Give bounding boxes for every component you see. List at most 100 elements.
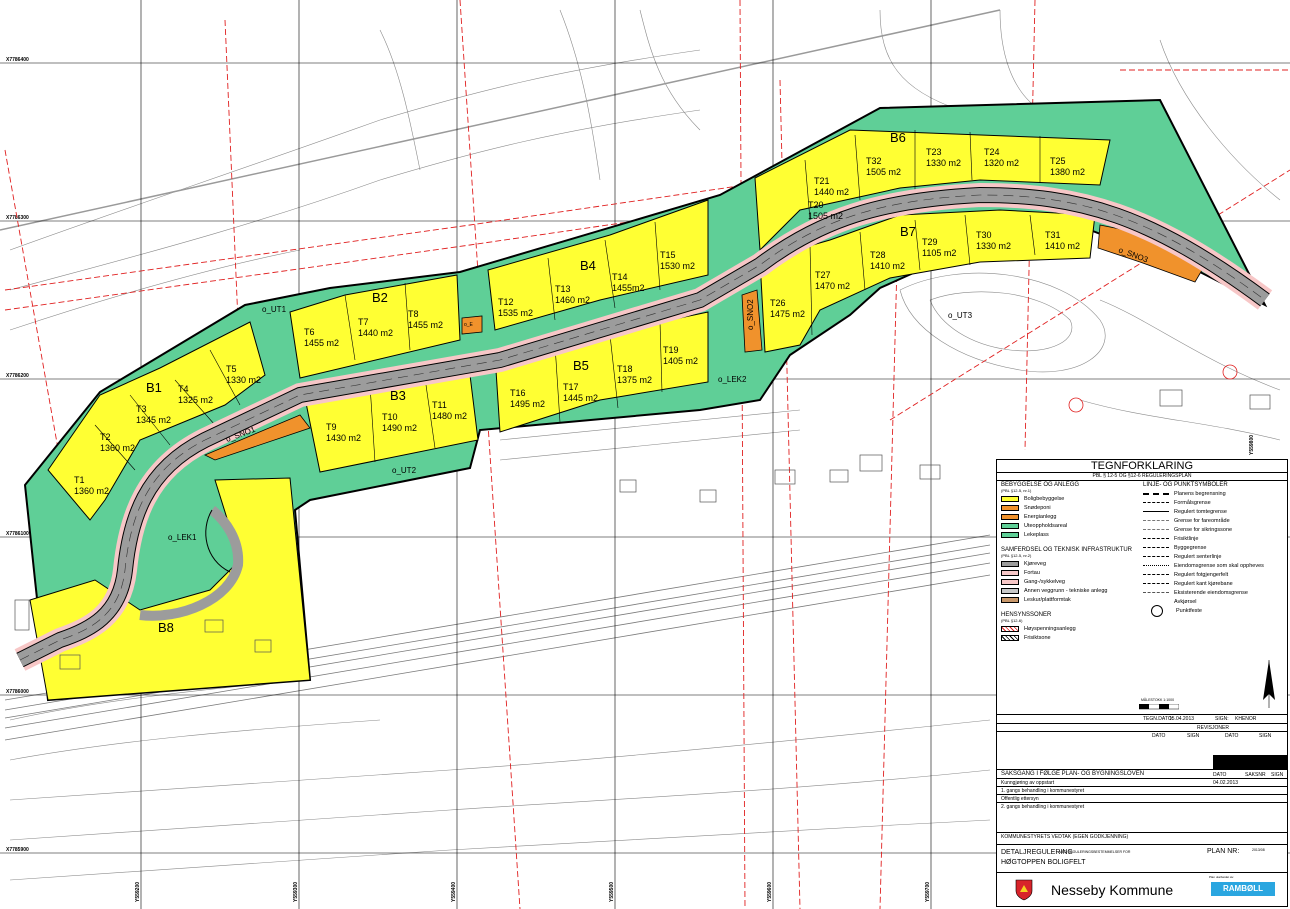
legend-line-entry: Regulert kant kjørebane <box>1143 579 1285 588</box>
revisions-columns: DATO SIGN DATO SIGN <box>997 731 1287 740</box>
plot-area: 1445 m2 <box>563 393 598 403</box>
legend-line-entry: Eksisterende eiendomsgrense <box>1143 588 1285 597</box>
sign-label: SIGN: <box>1215 716 1229 722</box>
plot-area: 1330 m2 <box>926 158 961 168</box>
block-label: B1 <box>146 380 162 395</box>
plot-area: 1380 m2 <box>1050 167 1085 177</box>
coat-of-arms-icon <box>1015 879 1033 901</box>
zone-label-e: o_E <box>464 322 474 328</box>
plot-number: T23 <box>926 147 942 157</box>
coord-x-5: X7786000 <box>6 689 29 695</box>
plot-number: T9 <box>326 422 337 432</box>
legend-line-symbol <box>1143 583 1169 584</box>
revision-col: DATO <box>1225 733 1239 739</box>
legend-entry: Lekeplass <box>1001 530 1141 539</box>
date-value: 15.04.2013 <box>1169 716 1195 722</box>
plan-type-sub: MED REGULERINGSBESTEMMELSER FOR <box>1059 850 1131 854</box>
plot-number: T16 <box>510 388 526 398</box>
north-arrow-icon <box>1263 660 1275 708</box>
revision-col: SIGN <box>1187 733 1200 739</box>
block-label: B6 <box>890 130 906 145</box>
legend-line-label: Regulert tomtegrense <box>1174 508 1227 515</box>
legend-line-entry: Planens begrensning <box>1143 489 1285 498</box>
zone-label-ut3: o_UT3 <box>948 311 973 320</box>
plot-number: T21 <box>814 176 830 186</box>
municipality-row: Nesseby Kommune Plan utarbeidet av: RAMB… <box>997 872 1287 906</box>
plot-area: 1440 m2 <box>358 328 393 338</box>
plot-area: 1455 m2 <box>304 338 339 348</box>
coord-x-2: X7786300 <box>6 215 29 221</box>
plan-name: HØGTOPPEN BOLIGFELT <box>1001 859 1086 866</box>
legend-label: Lekeplass <box>1024 531 1049 538</box>
legend-line-symbol <box>1143 529 1169 530</box>
coord-y-1: Y559200 <box>135 882 141 902</box>
legend-entry: Kjøreveg <box>1001 559 1141 568</box>
legend-swatch <box>1001 569 1019 576</box>
scale-bar-icon <box>1139 704 1179 710</box>
plot-area: 1105 m2 <box>922 248 956 258</box>
scale-label: MÅLESTOKK 1:1000 <box>1141 698 1175 702</box>
zone-label-lek2: o_LEK2 <box>718 375 747 384</box>
plot-number: T28 <box>870 250 886 260</box>
legend-label: Uteoppholdsareal <box>1024 522 1068 529</box>
legend-line-symbol <box>1143 492 1169 495</box>
block-label: B2 <box>372 290 388 305</box>
legend-entry: Frisiktsone <box>1001 633 1141 642</box>
legend-section-heading: HENSYNSSONER (PBL §12-6) <box>1001 612 1052 623</box>
legend-label: Fortau <box>1024 569 1040 576</box>
plot-area: 1490 m2 <box>382 423 417 433</box>
legend-swatch <box>1001 634 1019 641</box>
plot-area: 1460 m2 <box>555 295 590 305</box>
legend-line-label: Grense for sikringssone <box>1174 526 1233 533</box>
legend-swatch <box>1001 578 1019 585</box>
legend-line-label: Regulert senterlinje <box>1174 553 1222 560</box>
legend-entry: Gang-/sykkelveg <box>1001 577 1141 586</box>
legend-line-entry: Avkjørsel <box>1143 597 1285 606</box>
plot-number: T7 <box>358 317 369 327</box>
redacted-block <box>1213 755 1287 769</box>
coord-y-5: Y559600 <box>767 882 773 902</box>
plot-number: T8 <box>408 309 419 319</box>
zone-label-sno2: o_SNO2 <box>746 299 755 330</box>
coord-x-3: X7786200 <box>6 373 29 379</box>
legend-line-label: Eksisterende eiendomsgrense <box>1174 589 1248 596</box>
revision-col: SIGN <box>1259 733 1272 739</box>
plot-area: 1430 m2 <box>326 433 361 443</box>
coord-y-7: Y559800 <box>1249 435 1255 455</box>
plot-number: T32 <box>866 156 882 166</box>
consultant-logo: RAMBØLL <box>1211 882 1275 896</box>
plot-number: T30 <box>976 230 992 240</box>
legend-line-entry: Frisiktlinje <box>1143 534 1285 543</box>
plot-number: T13 <box>555 284 571 294</box>
legend-section-heading: LINJE- OG PUNKTSYMBOLER <box>1143 482 1228 488</box>
legend-line-symbol <box>1143 502 1169 503</box>
plan-nr: 2013/08 <box>1252 848 1265 852</box>
plan-name-row: DETALJREGULERING MED REGULERINGSBESTEMME… <box>997 844 1287 875</box>
block-label: B8 <box>158 620 174 635</box>
legend-entry: Høyspenningsanlegg <box>1001 624 1141 633</box>
plot-area: 1455 m2 <box>408 320 443 330</box>
legend-line-entry: Regulert senterlinje <box>1143 552 1285 561</box>
coord-x-6: X7785900 <box>6 847 29 853</box>
legend-swatch <box>1001 495 1019 502</box>
legend-line-label: Regulert fotgjengerfelt <box>1174 571 1229 578</box>
plot-area: 1320 m2 <box>984 158 1019 168</box>
legend-label: Boligbebyggelse <box>1024 495 1065 502</box>
legend-swatch <box>1001 504 1019 511</box>
plot-number: T17 <box>563 382 579 392</box>
legend-label: Gang-/sykkelveg <box>1024 578 1065 585</box>
plot-area: 1505 m2 <box>866 167 901 177</box>
plot-area: 1405 m2 <box>663 356 698 366</box>
legend-swatch <box>1001 625 1019 632</box>
plot-area: 1470 m2 <box>815 281 850 291</box>
legend-entry: Leskur/plattformtak <box>1001 595 1141 604</box>
signer-value: KHENOR <box>1235 716 1257 722</box>
legend-line-entry: Grense for fareområde <box>1143 516 1285 525</box>
plot-number: T11 <box>432 400 447 410</box>
legend-lines-column: LINJE- OG PUNKTSYMBOLER Planens begrensn… <box>1143 482 1285 617</box>
coord-y-3: Y559400 <box>451 882 457 902</box>
plot-area: 1325 m2 <box>178 395 213 405</box>
legend-swatch <box>1001 596 1019 603</box>
zone-label-ut2: o_UT2 <box>392 466 417 475</box>
legend-line-symbol <box>1143 592 1169 593</box>
